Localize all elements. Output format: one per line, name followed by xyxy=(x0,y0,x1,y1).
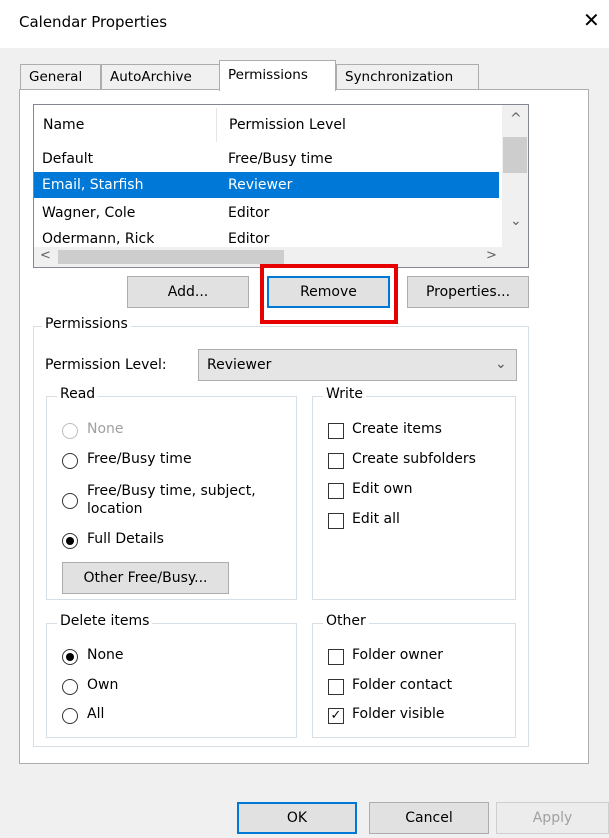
edit-own-checkbox[interactable] xyxy=(328,483,344,499)
check-icon: ✓ xyxy=(330,708,342,723)
read-freebusy-location-label: location xyxy=(87,501,143,517)
ok-button[interactable]: OK xyxy=(237,802,357,834)
permission-level-label: Permission Level: xyxy=(45,357,167,373)
tab-synchronization[interactable]: Synchronization xyxy=(336,64,479,90)
create-subfolders-label: Create subfolders xyxy=(352,451,476,467)
chevron-down-icon: ⌄ xyxy=(495,356,507,372)
read-full-details-radio[interactable] xyxy=(62,533,78,549)
folder-owner-label: Folder owner xyxy=(352,647,443,663)
create-subfolders-checkbox[interactable] xyxy=(328,453,344,469)
permission-list[interactable]: Name Permission Level Default Free/Busy … xyxy=(33,104,529,268)
delete-none-radio[interactable] xyxy=(62,649,78,665)
scroll-up-icon[interactable]: ^ xyxy=(510,111,522,127)
cancel-button[interactable]: Cancel xyxy=(369,802,489,834)
permission-level-value: Reviewer xyxy=(207,357,272,373)
list-item-level: Free/Busy time xyxy=(228,151,333,167)
delete-items-group xyxy=(46,623,297,738)
write-group-label: Write xyxy=(323,386,366,402)
list-item-name: Default xyxy=(42,151,94,167)
edit-own-label: Edit own xyxy=(352,481,413,497)
dialog-title: Calendar Properties xyxy=(19,13,168,31)
delete-own-radio[interactable] xyxy=(62,679,78,695)
radio-selected-dot xyxy=(66,537,74,545)
list-item-level: Editor xyxy=(228,205,270,221)
list-item[interactable]: Default Free/Busy time xyxy=(34,146,499,172)
properties-button[interactable]: Properties... xyxy=(407,276,529,308)
list-item-selected[interactable]: Email, Starfish Reviewer xyxy=(34,172,499,198)
permissions-group-label: Permissions xyxy=(42,316,131,332)
read-group-label: Read xyxy=(57,386,99,402)
folder-visible-label: Folder visible xyxy=(352,706,445,722)
delete-all-radio[interactable] xyxy=(62,708,78,724)
permission-level-dropdown[interactable]: Reviewer ⌄ xyxy=(198,349,517,381)
column-header-name[interactable]: Name xyxy=(43,105,84,145)
create-items-label: Create items xyxy=(352,421,442,437)
list-item-name: Wagner, Cole xyxy=(42,205,136,221)
other-group-label: Other xyxy=(323,613,369,629)
folder-visible-checkbox[interactable]: ✓ xyxy=(328,708,344,724)
tab-general[interactable]: General xyxy=(20,64,101,90)
read-freebusy-radio[interactable] xyxy=(62,453,78,469)
read-freebusy-label: Free/Busy time xyxy=(87,451,192,467)
delete-none-label: None xyxy=(87,647,124,663)
delete-own-label: Own xyxy=(87,677,119,693)
column-header-permission-level[interactable]: Permission Level xyxy=(229,105,346,145)
horizontal-scroll-thumb[interactable] xyxy=(58,250,284,264)
scroll-down-icon[interactable]: ⌄ xyxy=(510,213,522,229)
read-none-label: None xyxy=(87,421,124,437)
close-icon[interactable]: ✕ xyxy=(583,8,600,32)
scroll-left-icon[interactable]: < xyxy=(40,248,51,263)
delete-items-group-label: Delete items xyxy=(57,613,153,629)
read-full-details-label: Full Details xyxy=(87,531,164,547)
vertical-scrollbar[interactable]: ^ ⌄ xyxy=(502,105,528,247)
list-item-level: Reviewer xyxy=(228,177,293,193)
column-divider xyxy=(216,108,217,142)
read-freebusy-subject-radio[interactable] xyxy=(62,493,78,509)
vertical-scroll-thumb[interactable] xyxy=(503,137,527,173)
edit-all-checkbox[interactable] xyxy=(328,513,344,529)
delete-all-label: All xyxy=(87,706,105,722)
radio-selected-dot xyxy=(66,653,74,661)
read-none-radio[interactable] xyxy=(62,423,78,439)
highlight-box xyxy=(260,264,398,324)
folder-owner-checkbox[interactable] xyxy=(328,649,344,665)
add-button[interactable]: Add... xyxy=(127,276,249,308)
folder-contact-label: Folder contact xyxy=(352,677,453,693)
scroll-right-icon[interactable]: > xyxy=(486,248,497,263)
tab-permissions[interactable]: Permissions xyxy=(219,60,336,91)
list-item-name: Email, Starfish xyxy=(42,177,144,193)
create-items-checkbox[interactable] xyxy=(328,423,344,439)
list-item[interactable]: Wagner, Cole Editor xyxy=(34,200,499,226)
other-freebusy-button[interactable]: Other Free/Busy... xyxy=(62,562,229,594)
edit-all-label: Edit all xyxy=(352,511,400,527)
apply-button[interactable]: Apply xyxy=(496,802,609,834)
tab-autoarchive[interactable]: AutoArchive xyxy=(101,64,220,90)
read-freebusy-subject-label: Free/Busy time, subject, xyxy=(87,483,256,499)
folder-contact-checkbox[interactable] xyxy=(328,679,344,695)
